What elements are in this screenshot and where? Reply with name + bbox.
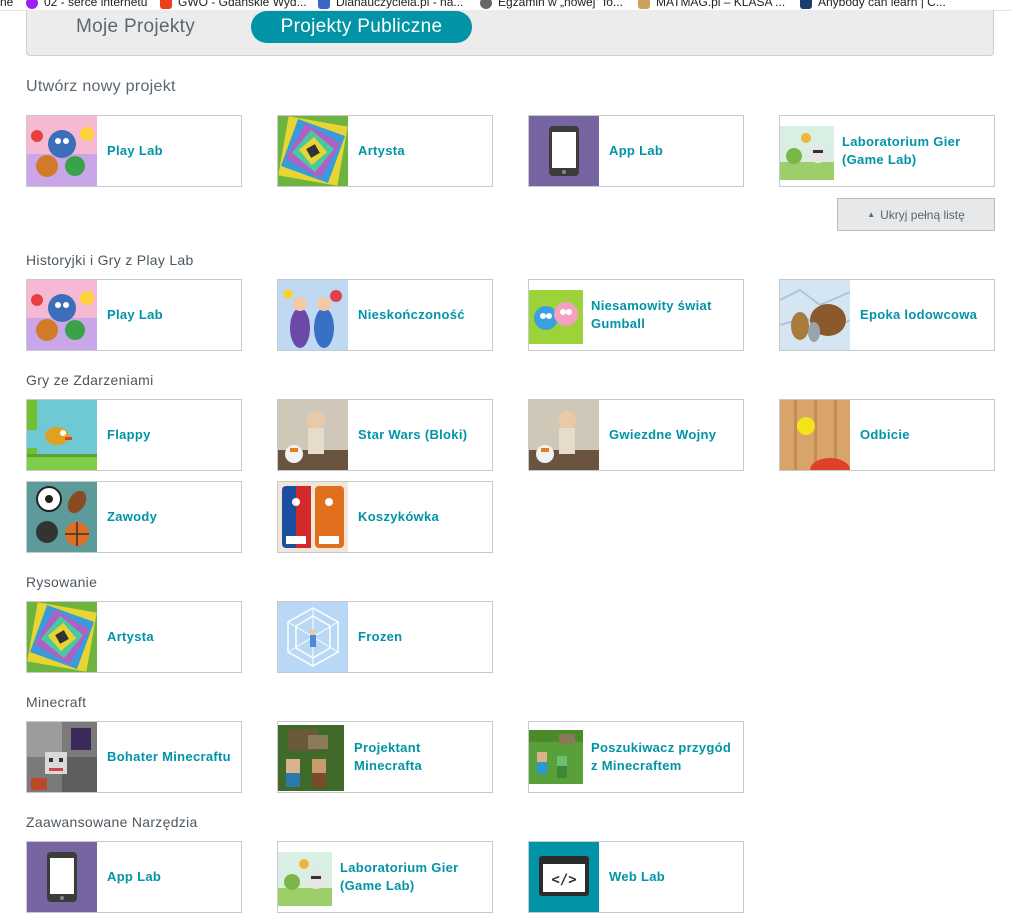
frozen-thumbnail — [278, 602, 348, 672]
project-card-label: Bohater Minecraftu — [107, 749, 231, 764]
bookmark-item[interactable]: Dlanauczyciela.pl - na... — [318, 0, 463, 9]
weblab-thumbnail: </> — [529, 842, 599, 912]
gumball-thumbnail — [529, 290, 583, 344]
flappy-thumbnail — [27, 400, 97, 470]
starwars-thumbnail — [278, 400, 348, 470]
playlab-thumbnail — [27, 280, 97, 350]
caret-up-icon: ▲ — [867, 210, 876, 219]
project-card-label: Projektant Minecrafta — [354, 740, 423, 773]
project-card-minecraft-hero[interactable]: Bohater Minecraftu — [26, 721, 242, 793]
section-title-event-games: Gry ze Zdarzeniami — [26, 372, 154, 388]
project-card-label: Frozen — [358, 629, 403, 644]
section-title-playlab: Historyjki i Gry z Play Lab — [26, 252, 194, 268]
minecraft-adventurer-thumbnail — [529, 730, 583, 784]
tab-public-projects[interactable]: Projekty Publiczne — [251, 11, 472, 43]
project-card-label: Zawody — [107, 509, 158, 524]
bookmark-item[interactable]: ne — [0, 0, 13, 9]
bookmark-favicon-icon — [480, 0, 492, 9]
artist-thumbnail — [278, 116, 348, 186]
applab-thumbnail — [529, 116, 599, 186]
bookmark-favicon-icon — [26, 0, 38, 9]
hide-full-list-button[interactable]: ▲ Ukryj pełną listę — [837, 198, 995, 231]
project-card-gamelab[interactable]: Laboratorium Gier (Game Lab) — [779, 115, 995, 187]
project-card-label: Flappy — [107, 427, 151, 442]
project-card-label: Laboratorium Gier (Game Lab) — [842, 134, 961, 167]
bookmark-item[interactable]: Egzamin w „nowej" fo... — [480, 0, 623, 9]
bookmark-favicon-icon — [160, 0, 172, 9]
project-card-artist[interactable]: Artysta — [277, 115, 493, 187]
project-card-label: Odbicie — [860, 427, 910, 442]
iceage-thumbnail — [780, 280, 850, 350]
project-card-artist[interactable]: Artysta — [26, 601, 242, 673]
project-card-label: Epoka lodowcowa — [860, 307, 978, 322]
artist-thumbnail — [27, 602, 97, 672]
project-card-starwars-blocks[interactable]: Star Wars (Bloki) — [277, 399, 493, 471]
project-card-basketball[interactable]: Koszykówka — [277, 481, 493, 553]
project-card-starwars[interactable]: Gwiezdne Wojny — [528, 399, 744, 471]
project-card-label: App Lab — [609, 143, 664, 158]
project-card-gumball[interactable]: Niesamowity świat Gumball — [528, 279, 744, 351]
project-card-bounce[interactable]: Odbicie — [779, 399, 995, 471]
basketball-thumbnail — [278, 482, 348, 552]
project-card-frozen[interactable]: Frozen — [277, 601, 493, 673]
bounce-thumbnail — [780, 400, 850, 470]
sports-thumbnail — [27, 482, 97, 552]
section-title-drawing: Rysowanie — [26, 574, 98, 590]
project-card-applab[interactable]: App Lab — [26, 841, 242, 913]
bookmark-favicon-icon — [318, 0, 330, 9]
project-card-label: Artysta — [358, 143, 405, 158]
project-card-label: Star Wars (Bloki) — [358, 427, 468, 442]
bookmark-favicon-icon — [800, 0, 812, 9]
project-card-gamelab[interactable]: Laboratorium Gier (Game Lab) — [277, 841, 493, 913]
project-card-label: Laboratorium Gier (Game Lab) — [340, 860, 459, 893]
applab-thumbnail — [27, 842, 97, 912]
project-card-infinity[interactable]: Nieskończoność — [277, 279, 493, 351]
project-card-label: Gwiezdne Wojny — [609, 427, 717, 442]
project-card-playlab[interactable]: Play Lab — [26, 115, 242, 187]
bookmark-favicon-icon — [638, 0, 650, 9]
bookmark-item[interactable]: MATMAG.pl – KLASA ... — [638, 0, 785, 9]
tab-my-projects[interactable]: Moje Projekty — [76, 16, 195, 38]
project-card-label: Niesamowity świat Gumball — [591, 298, 712, 331]
project-card-iceage[interactable]: Epoka lodowcowa — [779, 279, 995, 351]
bookmark-item[interactable]: GWO - Gdańskie Wyd... — [160, 0, 307, 9]
starwars-thumbnail — [529, 400, 599, 470]
project-card-label: Nieskończoność — [358, 307, 465, 322]
project-card-label: App Lab — [107, 869, 162, 884]
bookmark-item[interactable]: Anybody can learn | C... — [800, 0, 946, 9]
infinity-thumbnail — [278, 280, 348, 350]
playlab-thumbnail — [27, 116, 97, 186]
project-card-weblab[interactable]: </> Web Lab — [528, 841, 744, 913]
project-card-label: Web Lab — [609, 869, 666, 884]
project-card-label: Play Lab — [107, 143, 163, 158]
project-card-label: Koszykówka — [358, 509, 440, 524]
project-card-flappy[interactable]: Flappy — [26, 399, 242, 471]
project-card-label: Artysta — [107, 629, 154, 644]
project-card-applab[interactable]: App Lab — [528, 115, 744, 187]
project-tabs: Moje Projekty Projekty Publiczne — [26, 10, 994, 56]
project-card-minecraft-designer[interactable]: Projektant Minecrafta — [277, 721, 493, 793]
minecraft-designer-thumbnail — [278, 725, 344, 791]
project-card-sports[interactable]: Zawody — [26, 481, 242, 553]
project-card-minecraft-adventurer[interactable]: Poszukiwacz przygód z Minecraftem — [528, 721, 744, 793]
bookmark-item[interactable]: 02 - serce internetu — [26, 0, 147, 9]
section-title-create: Utwórz nowy projekt — [26, 78, 176, 95]
project-card-label: Poszukiwacz przygód z Minecraftem — [591, 740, 732, 773]
section-title-advanced-tools: Zaawansowane Narzędzia — [26, 814, 198, 830]
minecraft-hero-thumbnail — [27, 722, 97, 792]
svg-text:</>: </> — [551, 872, 576, 888]
project-card-label: Play Lab — [107, 307, 163, 322]
gamelab-thumbnail — [780, 126, 834, 180]
section-title-minecraft: Minecraft — [26, 694, 87, 710]
project-card-playlab[interactable]: Play Lab — [26, 279, 242, 351]
gamelab-thumbnail — [278, 852, 332, 906]
